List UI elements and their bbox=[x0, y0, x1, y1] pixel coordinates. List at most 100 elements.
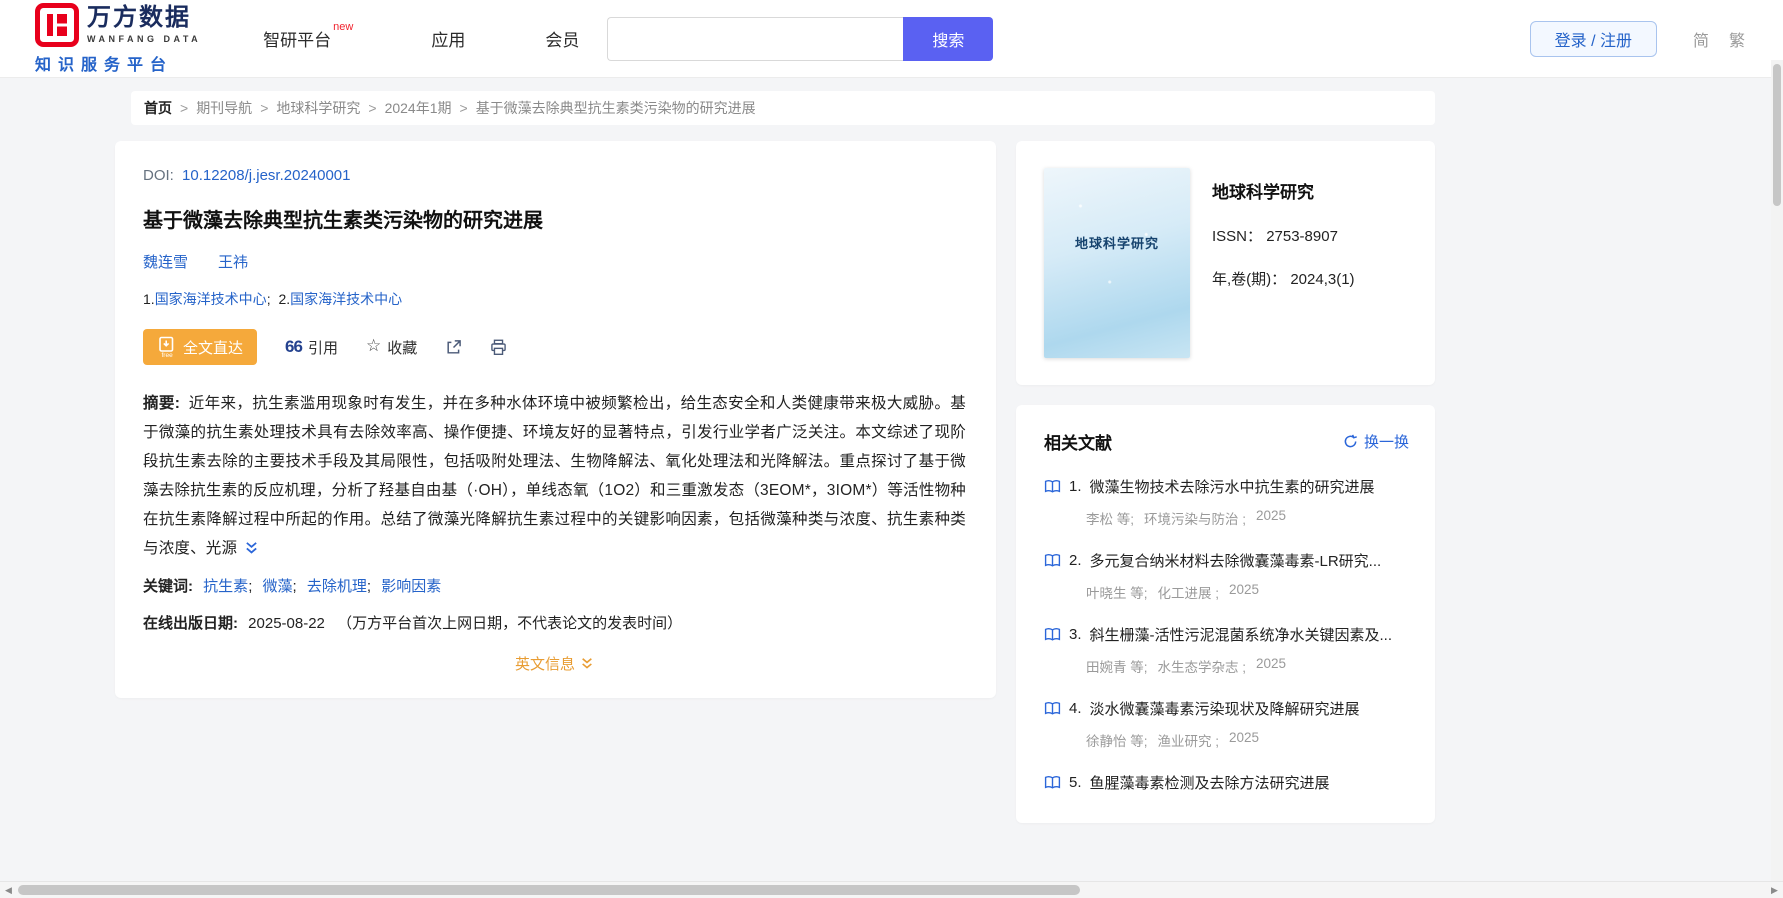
breadcrumb-home[interactable]: 首页 bbox=[144, 98, 172, 118]
affiliation-link[interactable]: 国家海洋技术中心 bbox=[290, 291, 402, 307]
fulltext-free-icon: free bbox=[159, 336, 174, 358]
journal-issn: ISSN： 2753-8907 bbox=[1212, 225, 1355, 246]
quote-icon: 66 bbox=[285, 337, 303, 356]
author-link[interactable]: 王祎 bbox=[218, 251, 248, 272]
publish-date-label: 在线出版日期: bbox=[143, 615, 238, 632]
book-icon bbox=[1044, 776, 1061, 789]
related-item-title[interactable]: 斜生栅藻-活性污泥混菌系统净水关键因素及... bbox=[1090, 624, 1393, 645]
related-item-source[interactable]: 渔业研究 ; bbox=[1158, 730, 1220, 750]
affiliation-separator: ; bbox=[266, 291, 271, 307]
favorite-button[interactable]: ☆ 收藏 bbox=[366, 336, 417, 358]
print-icon bbox=[491, 339, 506, 355]
language-switch: 简 繁 bbox=[1693, 27, 1745, 51]
related-item-source[interactable]: 环境污染与防治 ; bbox=[1144, 508, 1246, 528]
breadcrumb: 首页 > 期刊导航 > 地球科学研究 > 2024年1期 > 基于微藻去除典型抗… bbox=[131, 91, 1435, 125]
nav-zhiyan-label: 智研平台 bbox=[263, 31, 332, 50]
article-card: DOI: 10.12208/j.jesr.20240001 基于微藻去除典型抗生… bbox=[115, 141, 996, 698]
related-item: 2. 多元复合纳米材料去除微囊藻毒素-LR研究... 叶晓生 等; 化工进展 ;… bbox=[1044, 550, 1409, 602]
brand-cn: 万方数据 bbox=[87, 3, 191, 31]
journal-cover[interactable]: 地球科学研究 bbox=[1044, 168, 1190, 358]
related-item-number: 4. bbox=[1069, 700, 1082, 717]
scroll-left-arrow[interactable]: ◀ bbox=[0, 882, 17, 898]
english-info-chevron-icon bbox=[582, 658, 592, 669]
related-title: 相关文献 bbox=[1044, 434, 1112, 453]
lang-simplified[interactable]: 简 bbox=[1693, 27, 1709, 51]
keywords-row: 关键词: 抗生素; 微藻; 去除机理; 影响因素 bbox=[143, 575, 966, 596]
related-item-source[interactable]: 水生态学杂志 ; bbox=[1158, 656, 1247, 676]
keyword-link[interactable]: 抗生素 bbox=[203, 578, 248, 595]
cite-label: 引用 bbox=[307, 339, 338, 357]
keyword-link[interactable]: 影响因素 bbox=[381, 578, 441, 595]
related-item-title[interactable]: 多元复合纳米材料去除微囊藻毒素-LR研究... bbox=[1090, 550, 1382, 571]
doi-label: DOI: bbox=[143, 167, 174, 184]
horizontal-scrollbar[interactable]: ◀ ▶ bbox=[0, 881, 1783, 898]
related-item-title[interactable]: 淡水微囊藻毒素污染现状及降解研究进展 bbox=[1090, 698, 1360, 719]
fulltext-button[interactable]: free 全文直达 bbox=[143, 329, 258, 365]
related-item: 4. 淡水微囊藻毒素污染现状及降解研究进展 徐静怡 等; 渔业研究 ; 2025 bbox=[1044, 698, 1409, 750]
horizontal-scrollbar-thumb[interactable] bbox=[18, 885, 1080, 895]
journal-name[interactable]: 地球科学研究 bbox=[1212, 178, 1355, 203]
scroll-right-arrow[interactable]: ▶ bbox=[1766, 882, 1783, 898]
keywords-label: 关键词: bbox=[143, 578, 193, 595]
volume-value: 2024,3(1) bbox=[1290, 271, 1355, 288]
affiliation-number: 2. bbox=[278, 291, 291, 307]
keyword-separator: ; bbox=[292, 578, 297, 595]
related-item-number: 5. bbox=[1069, 774, 1082, 791]
breadcrumb-journal-nav[interactable]: 期刊导航 bbox=[196, 98, 252, 118]
breadcrumb-separator: > bbox=[459, 100, 468, 116]
book-icon bbox=[1044, 702, 1061, 715]
issn-label: ISSN： bbox=[1212, 228, 1263, 245]
keyword-separator: ; bbox=[248, 578, 253, 595]
journal-info: 地球科学研究 ISSN： 2753-8907 年,卷(期)： 2024,3(1) bbox=[1212, 168, 1355, 358]
refresh-icon bbox=[1344, 434, 1357, 448]
svg-text:free: free bbox=[162, 352, 174, 358]
vertical-scrollbar[interactable] bbox=[1771, 60, 1783, 881]
affiliation-link[interactable]: 国家海洋技术中心 bbox=[155, 291, 267, 307]
refresh-related-link[interactable]: 换一换 bbox=[1343, 431, 1409, 452]
fulltext-label: 全文直达 bbox=[183, 339, 244, 357]
nav-apps[interactable]: 应用 bbox=[431, 26, 465, 51]
breadcrumb-journal[interactable]: 地球科学研究 bbox=[276, 98, 360, 118]
page-body: 首页 > 期刊导航 > 地球科学研究 > 2024年1期 > 基于微藻去除典型抗… bbox=[0, 78, 1783, 898]
share-icon bbox=[447, 339, 462, 354]
related-item-authors[interactable]: 田婉青 等; bbox=[1086, 656, 1148, 676]
doi-row: DOI: 10.12208/j.jesr.20240001 bbox=[143, 167, 966, 184]
login-register-button[interactable]: 登录 / 注册 bbox=[1529, 20, 1657, 57]
doi-link[interactable]: 10.12208/j.jesr.20240001 bbox=[182, 167, 350, 184]
related-item-authors[interactable]: 李松 等; bbox=[1086, 508, 1134, 528]
journal-cover-title: 地球科学研究 bbox=[1074, 235, 1159, 251]
related-item-source[interactable]: 化工进展 ; bbox=[1158, 582, 1220, 602]
related-articles-card: 相关文献 换一换 1. 微藻生物技术去除污水中抗生素的研究进展 李松 等; 环境… bbox=[1016, 405, 1435, 823]
brand-subtitle: 知识服务平台 bbox=[35, 56, 174, 74]
author-link[interactable]: 魏连雪 bbox=[143, 251, 188, 272]
related-item-title[interactable]: 鱼腥藻毒素检测及去除方法研究进展 bbox=[1090, 772, 1330, 793]
english-info-toggle[interactable]: 英文信息 bbox=[143, 653, 966, 674]
related-item-title[interactable]: 微藻生物技术去除污水中抗生素的研究进展 bbox=[1090, 476, 1375, 497]
keyword-link[interactable]: 微藻 bbox=[263, 578, 293, 595]
wanfang-logo[interactable]: 万方数据 WANFANG DATA 知识服务平台 bbox=[35, 2, 202, 75]
share-button[interactable] bbox=[445, 339, 462, 356]
keyword-link[interactable]: 去除机理 bbox=[307, 578, 367, 595]
breadcrumb-separator: > bbox=[368, 100, 377, 116]
search-input[interactable] bbox=[607, 16, 904, 61]
breadcrumb-issue[interactable]: 2024年1期 bbox=[385, 98, 452, 118]
main-nav: 智研平台new 应用 会员 bbox=[263, 21, 579, 51]
brand-en: WANFANG DATA bbox=[87, 33, 202, 44]
affiliation-list: 1.国家海洋技术中心; 2.国家海洋技术中心 bbox=[143, 289, 966, 309]
related-item-number: 1. bbox=[1069, 478, 1082, 495]
related-item-authors[interactable]: 叶晓生 等; bbox=[1086, 582, 1148, 602]
top-header: 万方数据 WANFANG DATA 知识服务平台 智研平台new 应用 会员 搜… bbox=[0, 0, 1783, 78]
publish-date-row: 在线出版日期: 2025-08-22 （万方平台首次上网日期，不代表论文的发表时… bbox=[143, 612, 966, 633]
lang-traditional[interactable]: 繁 bbox=[1729, 27, 1745, 51]
related-item-authors[interactable]: 徐静怡 等; bbox=[1086, 730, 1148, 750]
related-item-year: 2025 bbox=[1256, 508, 1287, 523]
abstract-expand-icon[interactable] bbox=[244, 541, 259, 555]
vertical-scrollbar-thumb[interactable] bbox=[1773, 64, 1781, 206]
nav-zhiyan-platform[interactable]: 智研平台new bbox=[263, 21, 353, 51]
search-button[interactable]: 搜索 bbox=[903, 16, 994, 61]
related-item: 3. 斜生栅藻-活性污泥混菌系统净水关键因素及... 田婉青 等; 水生态学杂志… bbox=[1044, 624, 1409, 676]
abstract-label: 摘要: bbox=[143, 395, 181, 412]
nav-member[interactable]: 会员 bbox=[545, 26, 579, 51]
cite-button[interactable]: 66 引用 bbox=[285, 337, 338, 358]
print-button[interactable] bbox=[490, 339, 507, 356]
